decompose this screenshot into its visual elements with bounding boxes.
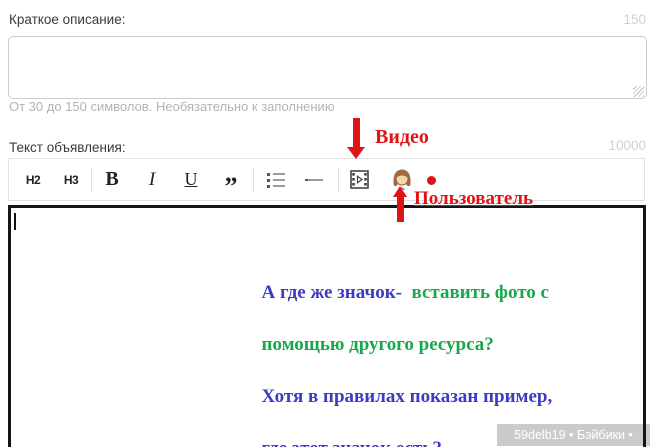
resize-handle-icon[interactable]	[633, 86, 644, 97]
editor-text-line: где этот значок есть?	[262, 438, 442, 447]
horizontal-rule-button[interactable]	[299, 159, 329, 200]
video-annotation-arrow	[353, 118, 360, 148]
ad-text-counter: 10000	[608, 138, 646, 153]
toolbar-separator	[91, 168, 92, 192]
user-annotation-arrow	[397, 196, 404, 222]
insert-video-button[interactable]	[344, 159, 374, 200]
short-description-input[interactable]	[8, 36, 647, 99]
italic-button[interactable]: I	[137, 159, 167, 200]
editor-text-block: А где же значок- вставить фото с помощью…	[233, 254, 573, 447]
quote-button[interactable]: ”	[216, 159, 246, 200]
text-caret	[14, 213, 16, 230]
bold-button[interactable]: B	[97, 159, 127, 200]
toolbar-separator	[338, 168, 339, 192]
short-description-counter: 150	[623, 12, 646, 27]
bullet-list-icon	[267, 172, 285, 188]
formatting-toolbar: H2 H3 B I U ”	[8, 158, 645, 201]
heading2-button[interactable]: H2	[19, 159, 47, 200]
toolbar-separator	[253, 168, 254, 192]
annotation-dot-icon	[427, 176, 436, 185]
editor-text-line: А где же значок-	[261, 282, 402, 303]
short-description-hint: От 30 до 150 символов. Необязательно к з…	[9, 99, 335, 114]
heading3-button[interactable]: H3	[57, 159, 85, 200]
user-annotation-label: Пользователь	[414, 188, 534, 209]
editor-text-line: Хотя в правилах показан пример,	[261, 386, 553, 407]
underline-button[interactable]: U	[176, 159, 206, 200]
ad-text-editor[interactable]: А где же значок- вставить фото с помощью…	[8, 205, 646, 447]
editor-text-line: вставить фото с	[401, 282, 549, 303]
video-annotation-arrowhead-icon	[347, 147, 365, 159]
horizontal-rule-icon	[305, 178, 323, 181]
editor-text-line: помощью другого ресурса?	[261, 334, 494, 355]
video-icon	[349, 170, 369, 189]
video-annotation-label: Видео	[375, 126, 429, 148]
page: Краткое описание: 150 От 30 до 150 симво…	[0, 0, 659, 447]
bullet-list-button[interactable]	[261, 159, 291, 200]
short-description-label: Краткое описание:	[9, 12, 126, 27]
ad-text-label: Текст объявления:	[9, 140, 126, 155]
